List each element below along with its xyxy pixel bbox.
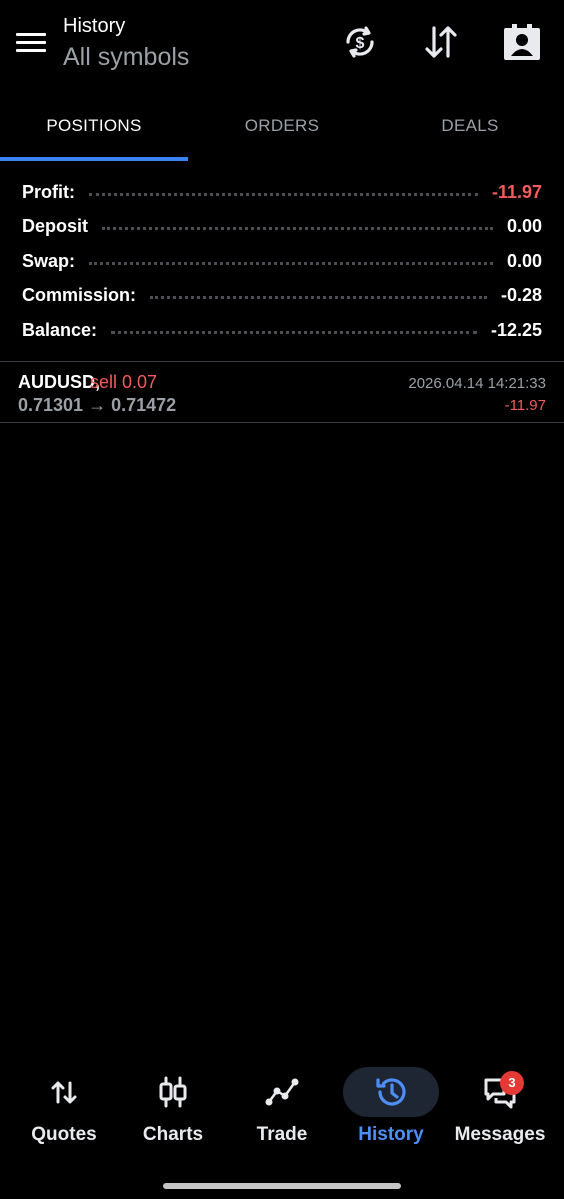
home-indicator[interactable] — [163, 1183, 401, 1189]
position-prices: 0.71301 → 0.71472 — [18, 395, 177, 415]
divider — [0, 422, 564, 423]
nav-item-trade[interactable]: Trade — [226, 1058, 338, 1158]
history-summary: Profit: -11.97 Deposit 0.00 Swap: 0.00 C… — [0, 175, 564, 348]
dotted-leader — [89, 192, 478, 196]
balance-value: -12.25 — [490, 319, 542, 340]
dotted-leader — [89, 261, 493, 265]
bottom-navigation: Quotes Charts Trade History Messages — [0, 1058, 564, 1158]
svg-text:$: $ — [356, 35, 365, 52]
tab-deals[interactable]: DEALS — [376, 100, 564, 152]
summary-row-deposit: Deposit 0.00 — [0, 210, 564, 245]
summary-label: Commission: — [22, 285, 137, 306]
nav-label: Charts — [142, 1124, 204, 1145]
position-time: 2026.04.14 14:21:33 — [408, 375, 546, 392]
nav-label: History — [358, 1124, 424, 1145]
summary-label: Balance: — [22, 319, 98, 340]
nav-item-messages[interactable]: Messages — [444, 1058, 556, 1158]
summary-label: Profit: — [22, 181, 75, 202]
profit-value: -11.97 — [491, 181, 542, 202]
nav-label: Messages — [454, 1124, 546, 1145]
nav-item-history[interactable]: History — [335, 1058, 447, 1158]
swap-value: 0.00 — [506, 250, 542, 271]
summary-label: Deposit — [22, 216, 89, 237]
summary-label: Swap: — [22, 250, 76, 271]
nav-item-quotes[interactable]: Quotes — [8, 1058, 120, 1158]
position-symbol: AUDUSD, — [18, 372, 101, 392]
dotted-leader — [102, 227, 493, 231]
tab-orders[interactable]: ORDERS — [188, 100, 376, 152]
trade-icon — [264, 1074, 300, 1110]
symbol-filter-title[interactable]: All symbols — [63, 41, 189, 73]
dotted-leader — [111, 330, 477, 334]
quotes-icon — [46, 1074, 82, 1110]
charts-icon — [155, 1074, 191, 1110]
hamburger-menu-icon[interactable] — [14, 28, 48, 58]
page-title: History — [63, 15, 126, 37]
history-icon — [373, 1074, 409, 1110]
app-header: History All symbols $ — [0, 0, 564, 90]
summary-row-profit: Profit: -11.97 — [0, 175, 564, 210]
commission-value: -0.28 — [500, 285, 542, 306]
position-row[interactable]: AUDUSD, sell 0.07 0.71301 → 0.71472 2026… — [0, 362, 564, 422]
summary-row-commission: Commission: -0.28 — [0, 279, 564, 314]
summary-row-balance: Balance: -12.25 — [0, 313, 564, 348]
history-screen: History All symbols $ POSITIONS ORDERS D… — [0, 0, 564, 1199]
nav-label: Quotes — [31, 1124, 97, 1145]
tab-positions[interactable]: POSITIONS — [0, 100, 188, 152]
sort-icon[interactable] — [421, 22, 461, 62]
messages-badge: 3 — [500, 1071, 524, 1095]
header-title-group: History All symbols — [63, 14, 189, 73]
summary-row-swap: Swap: 0.00 — [0, 244, 564, 279]
nav-item-charts[interactable]: Charts — [117, 1058, 229, 1158]
position-side-volume: sell 0.07 — [90, 372, 158, 392]
dotted-leader — [150, 296, 487, 300]
position-profit: -11.97 — [504, 397, 546, 414]
deposit-value: 0.00 — [506, 216, 542, 237]
account-report-icon[interactable] — [502, 22, 542, 62]
nav-label: Trade — [256, 1124, 308, 1145]
active-tab-indicator — [0, 157, 188, 161]
history-tabs: POSITIONS ORDERS DEALS — [0, 100, 564, 162]
currency-exchange-icon[interactable]: $ — [340, 22, 380, 62]
